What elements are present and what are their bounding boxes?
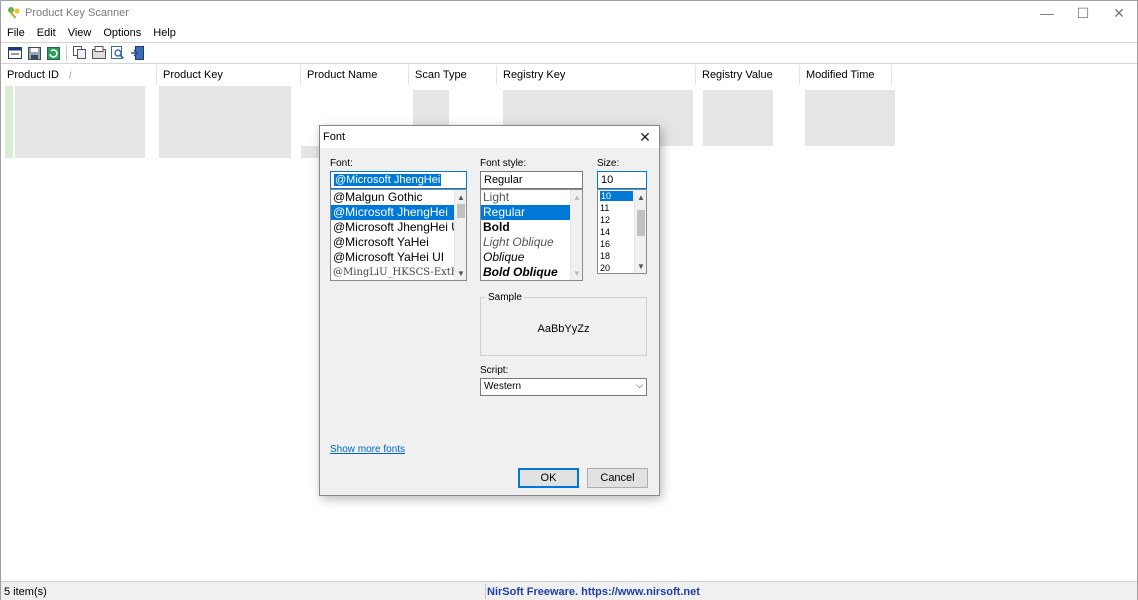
style-item-oblique[interactable]: Oblique — [481, 250, 582, 265]
chevron-down-icon: ⌵ — [636, 380, 643, 390]
dialog-title-bar[interactable]: Font ✕ — [320, 126, 659, 148]
column-product-id[interactable]: Product ID / — [1, 65, 157, 85]
font-list-item[interactable]: @Microsoft YaHei UI — [331, 250, 466, 265]
nirsoft-link[interactable]: NirSoft Freeware. https://www.nirsoft.ne… — [487, 586, 700, 598]
toolbar-separator — [66, 45, 67, 61]
blurred-product-name — [301, 146, 319, 158]
font-label: Font: — [330, 158, 353, 169]
font-list-scrollbar[interactable]: ▲ ▼ — [454, 190, 466, 280]
menu-help[interactable]: Help — [147, 25, 182, 42]
size-list-scrollbar[interactable]: ▲ ▼ — [634, 190, 646, 273]
properties-icon[interactable] — [7, 45, 23, 61]
dialog-title: Font — [323, 131, 346, 143]
font-style-label: Font style: — [480, 158, 527, 169]
style-item-light[interactable]: Light — [481, 190, 582, 205]
script-select[interactable]: Western ⌵ — [480, 378, 647, 396]
size-input[interactable]: 10 — [597, 171, 647, 189]
font-list-item[interactable]: @Microsoft JhengHei UI — [331, 220, 466, 235]
style-item-bold[interactable]: Bold — [481, 220, 582, 235]
row-icon-blurred — [5, 86, 13, 158]
font-style-input[interactable]: Regular — [480, 171, 583, 189]
menu-bar: File Edit View Options Help — [1, 25, 1137, 42]
scroll-down-icon[interactable]: ▼ — [455, 267, 466, 279]
script-label: Script: — [480, 365, 509, 376]
close-button[interactable]: ✕ — [1101, 1, 1137, 25]
dialog-close-icon[interactable]: ✕ — [635, 128, 655, 146]
blurred-modified-time — [805, 90, 895, 146]
save-icon[interactable] — [26, 45, 42, 61]
blurred-scan-type — [413, 90, 449, 126]
column-header-row: Product ID / Product Key Product Name Sca… — [1, 65, 1137, 85]
ok-button[interactable]: OK — [518, 468, 579, 488]
font-list-item[interactable]: @Malgun Gothic — [331, 190, 466, 205]
scroll-down-icon[interactable]: ▼ — [571, 267, 582, 279]
column-scan-type[interactable]: Scan Type — [409, 65, 497, 85]
column-label: Product ID — [7, 69, 59, 81]
style-list-scrollbar[interactable]: ▲ ▼ — [570, 190, 582, 280]
size-label: Size: — [597, 158, 620, 169]
status-divider — [485, 584, 486, 599]
window-title: Product Key Scanner — [25, 7, 129, 19]
status-bar: 5 item(s) NirSoft Freeware. https://www.… — [1, 581, 1137, 600]
exit-icon[interactable] — [129, 45, 145, 61]
copy-icon[interactable] — [72, 45, 88, 61]
font-list-item[interactable]: @MingLiU_HKSCS-ExtB — [331, 265, 466, 280]
blurred-registry-value — [703, 90, 773, 146]
style-item-light-oblique[interactable]: Light Oblique — [481, 235, 582, 250]
title-bar[interactable]: Product Key Scanner — ☐ ✕ — [1, 1, 1137, 25]
scroll-thumb[interactable] — [637, 210, 645, 236]
html-report-icon[interactable] — [91, 45, 107, 61]
cancel-button[interactable]: Cancel — [587, 468, 648, 488]
font-dialog: Font ✕ Font: @Microsoft JhengHei @Malgun… — [319, 125, 660, 496]
font-list-item-selected[interactable]: @Microsoft JhengHei — [331, 205, 466, 220]
column-product-key[interactable]: Product Key — [157, 65, 301, 85]
sample-preview: AaBbYyZz — [537, 323, 590, 335]
font-name-value: @Microsoft JhengHei — [334, 174, 442, 186]
column-registry-value[interactable]: Registry Value — [696, 65, 800, 85]
show-more-fonts-link[interactable]: Show more fonts — [330, 444, 405, 455]
menu-edit[interactable]: Edit — [31, 25, 62, 42]
refresh-icon[interactable] — [45, 45, 61, 61]
font-name-input[interactable]: @Microsoft JhengHei — [330, 171, 467, 189]
blurred-product-key — [159, 86, 291, 158]
size-item-selected: 10 — [600, 191, 634, 201]
style-item-bold-oblique[interactable]: Bold Oblique — [481, 265, 582, 280]
toolbar — [1, 42, 1137, 64]
column-registry-key[interactable]: Registry Key — [497, 65, 696, 85]
menu-options[interactable]: Options — [97, 25, 147, 42]
sample-group: Sample AaBbYyZz — [480, 292, 647, 356]
size-list[interactable]: 10 11 12 14 16 18 20 ▲ ▼ — [597, 189, 647, 274]
column-modified-time[interactable]: Modified Time — [800, 65, 892, 85]
scroll-up-icon[interactable]: ▲ — [571, 191, 582, 203]
font-list-item[interactable]: @Microsoft YaHei — [331, 235, 466, 250]
scroll-down-icon[interactable]: ▼ — [635, 260, 646, 272]
font-style-list[interactable]: Light Regular Bold Light Oblique Oblique… — [480, 189, 583, 281]
item-count: 5 item(s) — [4, 586, 47, 598]
column-product-name[interactable]: Product Name — [301, 65, 409, 85]
sort-indicator: / — [68, 70, 72, 80]
sample-label: Sample — [486, 292, 524, 303]
script-value: Western — [484, 381, 522, 392]
font-list[interactable]: @Malgun Gothic @Microsoft JhengHei @Micr… — [330, 189, 467, 281]
scroll-thumb[interactable] — [457, 204, 465, 218]
blurred-product-id — [15, 86, 145, 158]
style-item-regular[interactable]: Regular — [481, 205, 582, 220]
app-key-icon — [8, 7, 20, 19]
menu-file[interactable]: File — [1, 25, 31, 42]
find-icon[interactable] — [110, 45, 126, 61]
menu-view[interactable]: View — [62, 25, 98, 42]
maximize-button[interactable]: ☐ — [1065, 1, 1101, 25]
scroll-up-icon[interactable]: ▲ — [455, 191, 466, 203]
scroll-up-icon[interactable]: ▲ — [635, 191, 646, 203]
minimize-button[interactable]: — — [1029, 1, 1065, 25]
